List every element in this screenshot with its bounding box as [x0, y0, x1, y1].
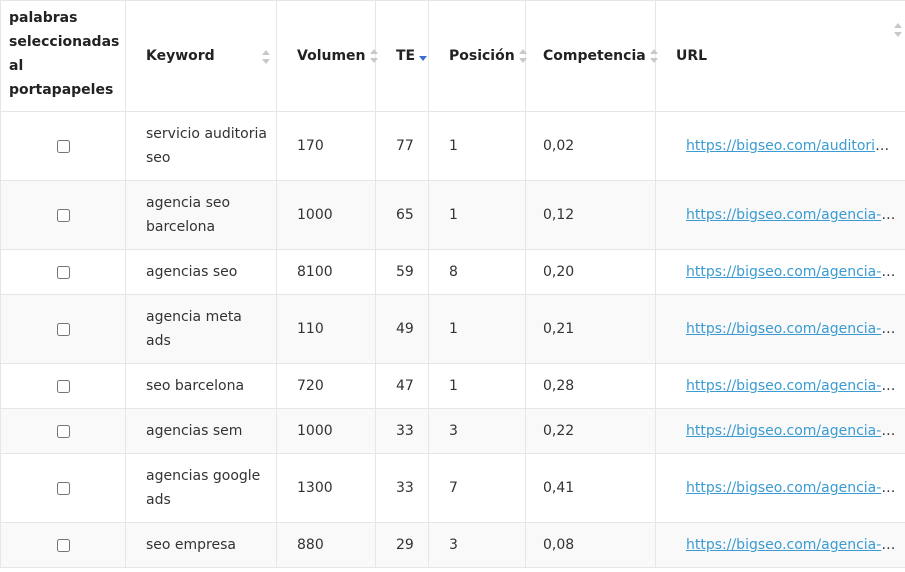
competencia-cell: 0,41 — [525, 453, 656, 523]
header-url-label: URL — [676, 48, 708, 64]
posicion-cell: 3 — [428, 522, 526, 568]
volumen-cell: 1000 — [276, 180, 376, 250]
table-row: seo empresa 880 29 3 0,08 https://bigseo… — [0, 522, 905, 568]
row-select-cell — [0, 408, 126, 454]
volumen-cell: 1300 — [276, 453, 376, 523]
header-keyword[interactable]: Keyword — [125, 0, 277, 112]
keyword-cell: agencias sem — [125, 408, 277, 454]
competencia-cell: 0,22 — [525, 408, 656, 454]
row-checkbox[interactable] — [56, 322, 70, 336]
url-cell: https://bigseo.com/agencia-google-ads/ — [655, 453, 905, 523]
url-cell: https://bigseo.com/agencia-seo/ — [655, 249, 905, 295]
sort-desc-icon[interactable] — [419, 49, 428, 63]
header-copy-label: palabras seleccionadas al portapapeles — [9, 10, 120, 98]
row-checkbox[interactable] — [56, 139, 70, 153]
header-copy-to-clipboard[interactable]: palabras seleccionadas al portapapeles — [0, 0, 126, 112]
posicion-cell: 1 — [428, 294, 526, 364]
row-select-cell — [0, 180, 126, 250]
keywords-table: palabras seleccionadas al portapapeles K… — [0, 0, 905, 568]
competencia-cell: 0,12 — [525, 180, 656, 250]
competencia-cell: 0,08 — [525, 522, 656, 568]
url-cell: https://bigseo.com/agencia-meta-ads/ — [655, 294, 905, 364]
header-competencia-label: Competencia — [543, 48, 646, 64]
volumen-cell: 1000 — [276, 408, 376, 454]
posicion-cell: 1 — [428, 363, 526, 409]
posicion-cell: 1 — [428, 180, 526, 250]
sort-icon[interactable] — [894, 23, 902, 37]
header-competencia[interactable]: Competencia — [525, 0, 658, 112]
url-link[interactable]: https://bigseo.com/agencia-seo-barcelona… — [686, 207, 905, 223]
url-link[interactable]: https://bigseo.com/agencia-google-ads/ — [686, 480, 905, 496]
competencia-cell: 0,28 — [525, 363, 656, 409]
url-cell: https://bigseo.com/agencia-seo/ — [655, 522, 905, 568]
row-checkbox[interactable] — [56, 538, 70, 552]
row-checkbox[interactable] — [56, 379, 70, 393]
url-link[interactable]: https://bigseo.com/agencia-seo/ — [686, 537, 905, 553]
table-row: agencias seo 8100 59 8 0,20 https://bigs… — [0, 249, 905, 295]
keyword-cell: agencia meta ads — [125, 294, 277, 364]
table-row: agencia seo barcelona 1000 65 1 0,12 htt… — [0, 180, 905, 250]
keyword-cell: seo barcelona — [125, 363, 277, 409]
te-cell: 65 — [375, 180, 429, 250]
header-te[interactable]: TE — [375, 0, 429, 112]
url-link[interactable]: https://bigseo.com/agencia-meta-ads/ — [686, 321, 905, 337]
competencia-cell: 0,02 — [525, 111, 656, 181]
header-url[interactable]: URL — [655, 0, 905, 112]
header-volumen[interactable]: Volumen — [276, 0, 378, 112]
row-select-cell — [0, 294, 126, 364]
volumen-cell: 720 — [276, 363, 376, 409]
te-cell: 49 — [375, 294, 429, 364]
te-cell: 29 — [375, 522, 429, 568]
url-link[interactable]: https://bigseo.com/agencia-seo-barcelona… — [686, 378, 905, 394]
te-cell: 77 — [375, 111, 429, 181]
posicion-cell: 1 — [428, 111, 526, 181]
url-link[interactable]: https://bigseo.com/agencia-seo/ — [686, 264, 905, 280]
volumen-cell: 110 — [276, 294, 376, 364]
keyword-cell: agencias google ads — [125, 453, 277, 523]
header-te-label: TE — [396, 48, 416, 64]
row-checkbox[interactable] — [56, 208, 70, 222]
row-checkbox[interactable] — [56, 265, 70, 279]
row-select-cell — [0, 111, 126, 181]
row-select-cell — [0, 522, 126, 568]
te-cell: 33 — [375, 408, 429, 454]
row-select-cell — [0, 453, 126, 523]
row-select-cell — [0, 363, 126, 409]
table-row: agencias sem 1000 33 3 0,22 https://bigs… — [0, 408, 905, 454]
table-row: servicio auditoria seo 170 77 1 0,02 htt… — [0, 111, 905, 181]
row-select-cell — [0, 249, 126, 295]
header-row: palabras seleccionadas al portapapeles K… — [0, 0, 905, 112]
volumen-cell: 880 — [276, 522, 376, 568]
header-posicion[interactable]: Posición — [428, 0, 527, 112]
table-row: seo barcelona 720 47 1 0,28 https://bigs… — [0, 363, 905, 409]
te-cell: 47 — [375, 363, 429, 409]
posicion-cell: 7 — [428, 453, 526, 523]
keyword-cell: agencias seo — [125, 249, 277, 295]
row-checkbox[interactable] — [56, 424, 70, 438]
competencia-cell: 0,20 — [525, 249, 656, 295]
volumen-cell: 170 — [276, 111, 376, 181]
competencia-cell: 0,21 — [525, 294, 656, 364]
header-posicion-label: Posición — [449, 48, 515, 64]
table-row: agencias google ads 1300 33 7 0,41 https… — [0, 453, 905, 523]
header-keyword-label: Keyword — [146, 48, 215, 64]
volumen-cell: 8100 — [276, 249, 376, 295]
te-cell: 33 — [375, 453, 429, 523]
keyword-cell: seo empresa — [125, 522, 277, 568]
url-cell: https://bigseo.com/agencia-seo-barcelona… — [655, 363, 905, 409]
posicion-cell: 3 — [428, 408, 526, 454]
url-cell: https://bigseo.com/agencia-sem/ — [655, 408, 905, 454]
keyword-cell: agencia seo barcelona — [125, 180, 277, 250]
posicion-cell: 8 — [428, 249, 526, 295]
keyword-cell: servicio auditoria seo — [125, 111, 277, 181]
url-link[interactable]: https://bigseo.com/auditoria-seo/ — [686, 138, 905, 154]
row-checkbox[interactable] — [56, 481, 70, 495]
url-cell: https://bigseo.com/auditoria-seo/ — [655, 111, 905, 181]
table-row: agencia meta ads 110 49 1 0,21 https://b… — [0, 294, 905, 364]
url-link[interactable]: https://bigseo.com/agencia-sem/ — [686, 423, 905, 439]
header-volumen-label: Volumen — [297, 48, 366, 64]
te-cell: 59 — [375, 249, 429, 295]
url-cell: https://bigseo.com/agencia-seo-barcelona… — [655, 180, 905, 250]
sort-icon[interactable] — [262, 50, 270, 64]
